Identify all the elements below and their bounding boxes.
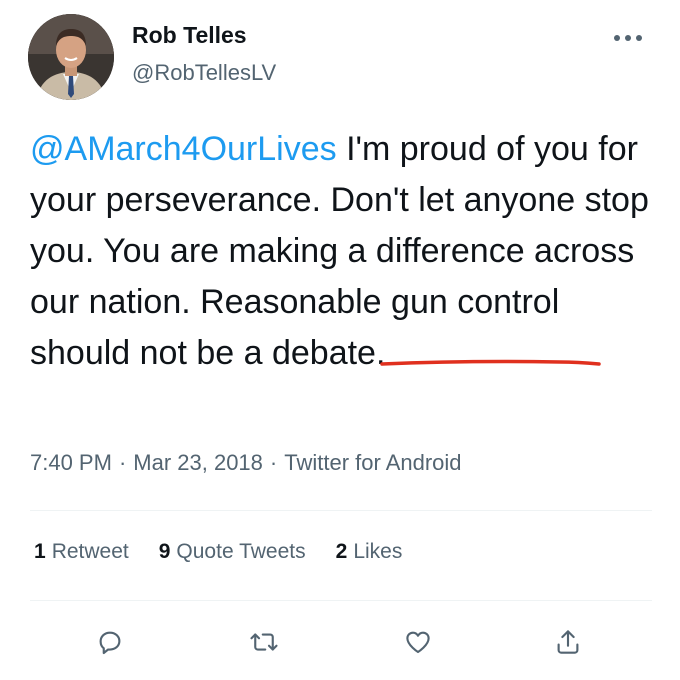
like-button[interactable] [396,620,440,664]
quote-tweets-count: 9 [158,540,171,563]
share-button[interactable] [546,620,590,664]
highlighted-text: gun control [391,283,560,321]
tweet-source[interactable]: Twitter for Android [284,450,461,475]
divider [30,600,652,601]
more-options-button[interactable] [606,26,650,50]
retweets-count: 1 [34,540,46,563]
more-icon [614,35,642,41]
tweet-card: Rob Telles @RobTellesLV @AMarch4OurLives… [0,0,680,680]
tweet-meta: 7:40 PM · Mar 23, 2018 · Twitter for Android [30,450,462,476]
tweet-time[interactable]: 7:40 PM [30,450,112,475]
likes-count: 2 [335,540,348,563]
divider [30,510,652,511]
share-icon [557,630,579,654]
tweet-date[interactable]: Mar 23, 2018 [133,450,263,475]
reply-icon [99,631,121,655]
retweets-stat[interactable]: 1 Retweet [34,540,129,564]
quote-tweets-stat[interactable]: 9 Quote Tweets [159,540,306,564]
action-bar [0,620,680,664]
likes-label: Likes [353,540,403,563]
reply-button[interactable] [88,620,132,664]
author-name[interactable]: Rob Telles [132,22,247,49]
tweet-stats: 1 Retweet 9 Quote Tweets 2 Likes [34,540,402,564]
retweet-button[interactable] [242,620,286,664]
avatar-photo [28,14,114,100]
avatar[interactable] [28,14,114,100]
likes-stat[interactable]: 2 Likes [336,540,403,564]
like-icon [406,631,430,654]
quote-tweets-label: Quote Tweets [176,540,306,563]
mention-link[interactable]: @AMarch4OurLives [30,130,337,168]
retweet-icon [250,633,278,651]
tweet-text: @AMarch4OurLives I'm proud of you for yo… [30,124,660,379]
meta-separator: · [118,450,127,475]
retweets-label: Retweet [51,540,129,563]
tweet-text-part: should not be a debate. [30,334,386,372]
author-handle[interactable]: @RobTellesLV [132,60,276,86]
meta-separator: · [269,450,278,475]
